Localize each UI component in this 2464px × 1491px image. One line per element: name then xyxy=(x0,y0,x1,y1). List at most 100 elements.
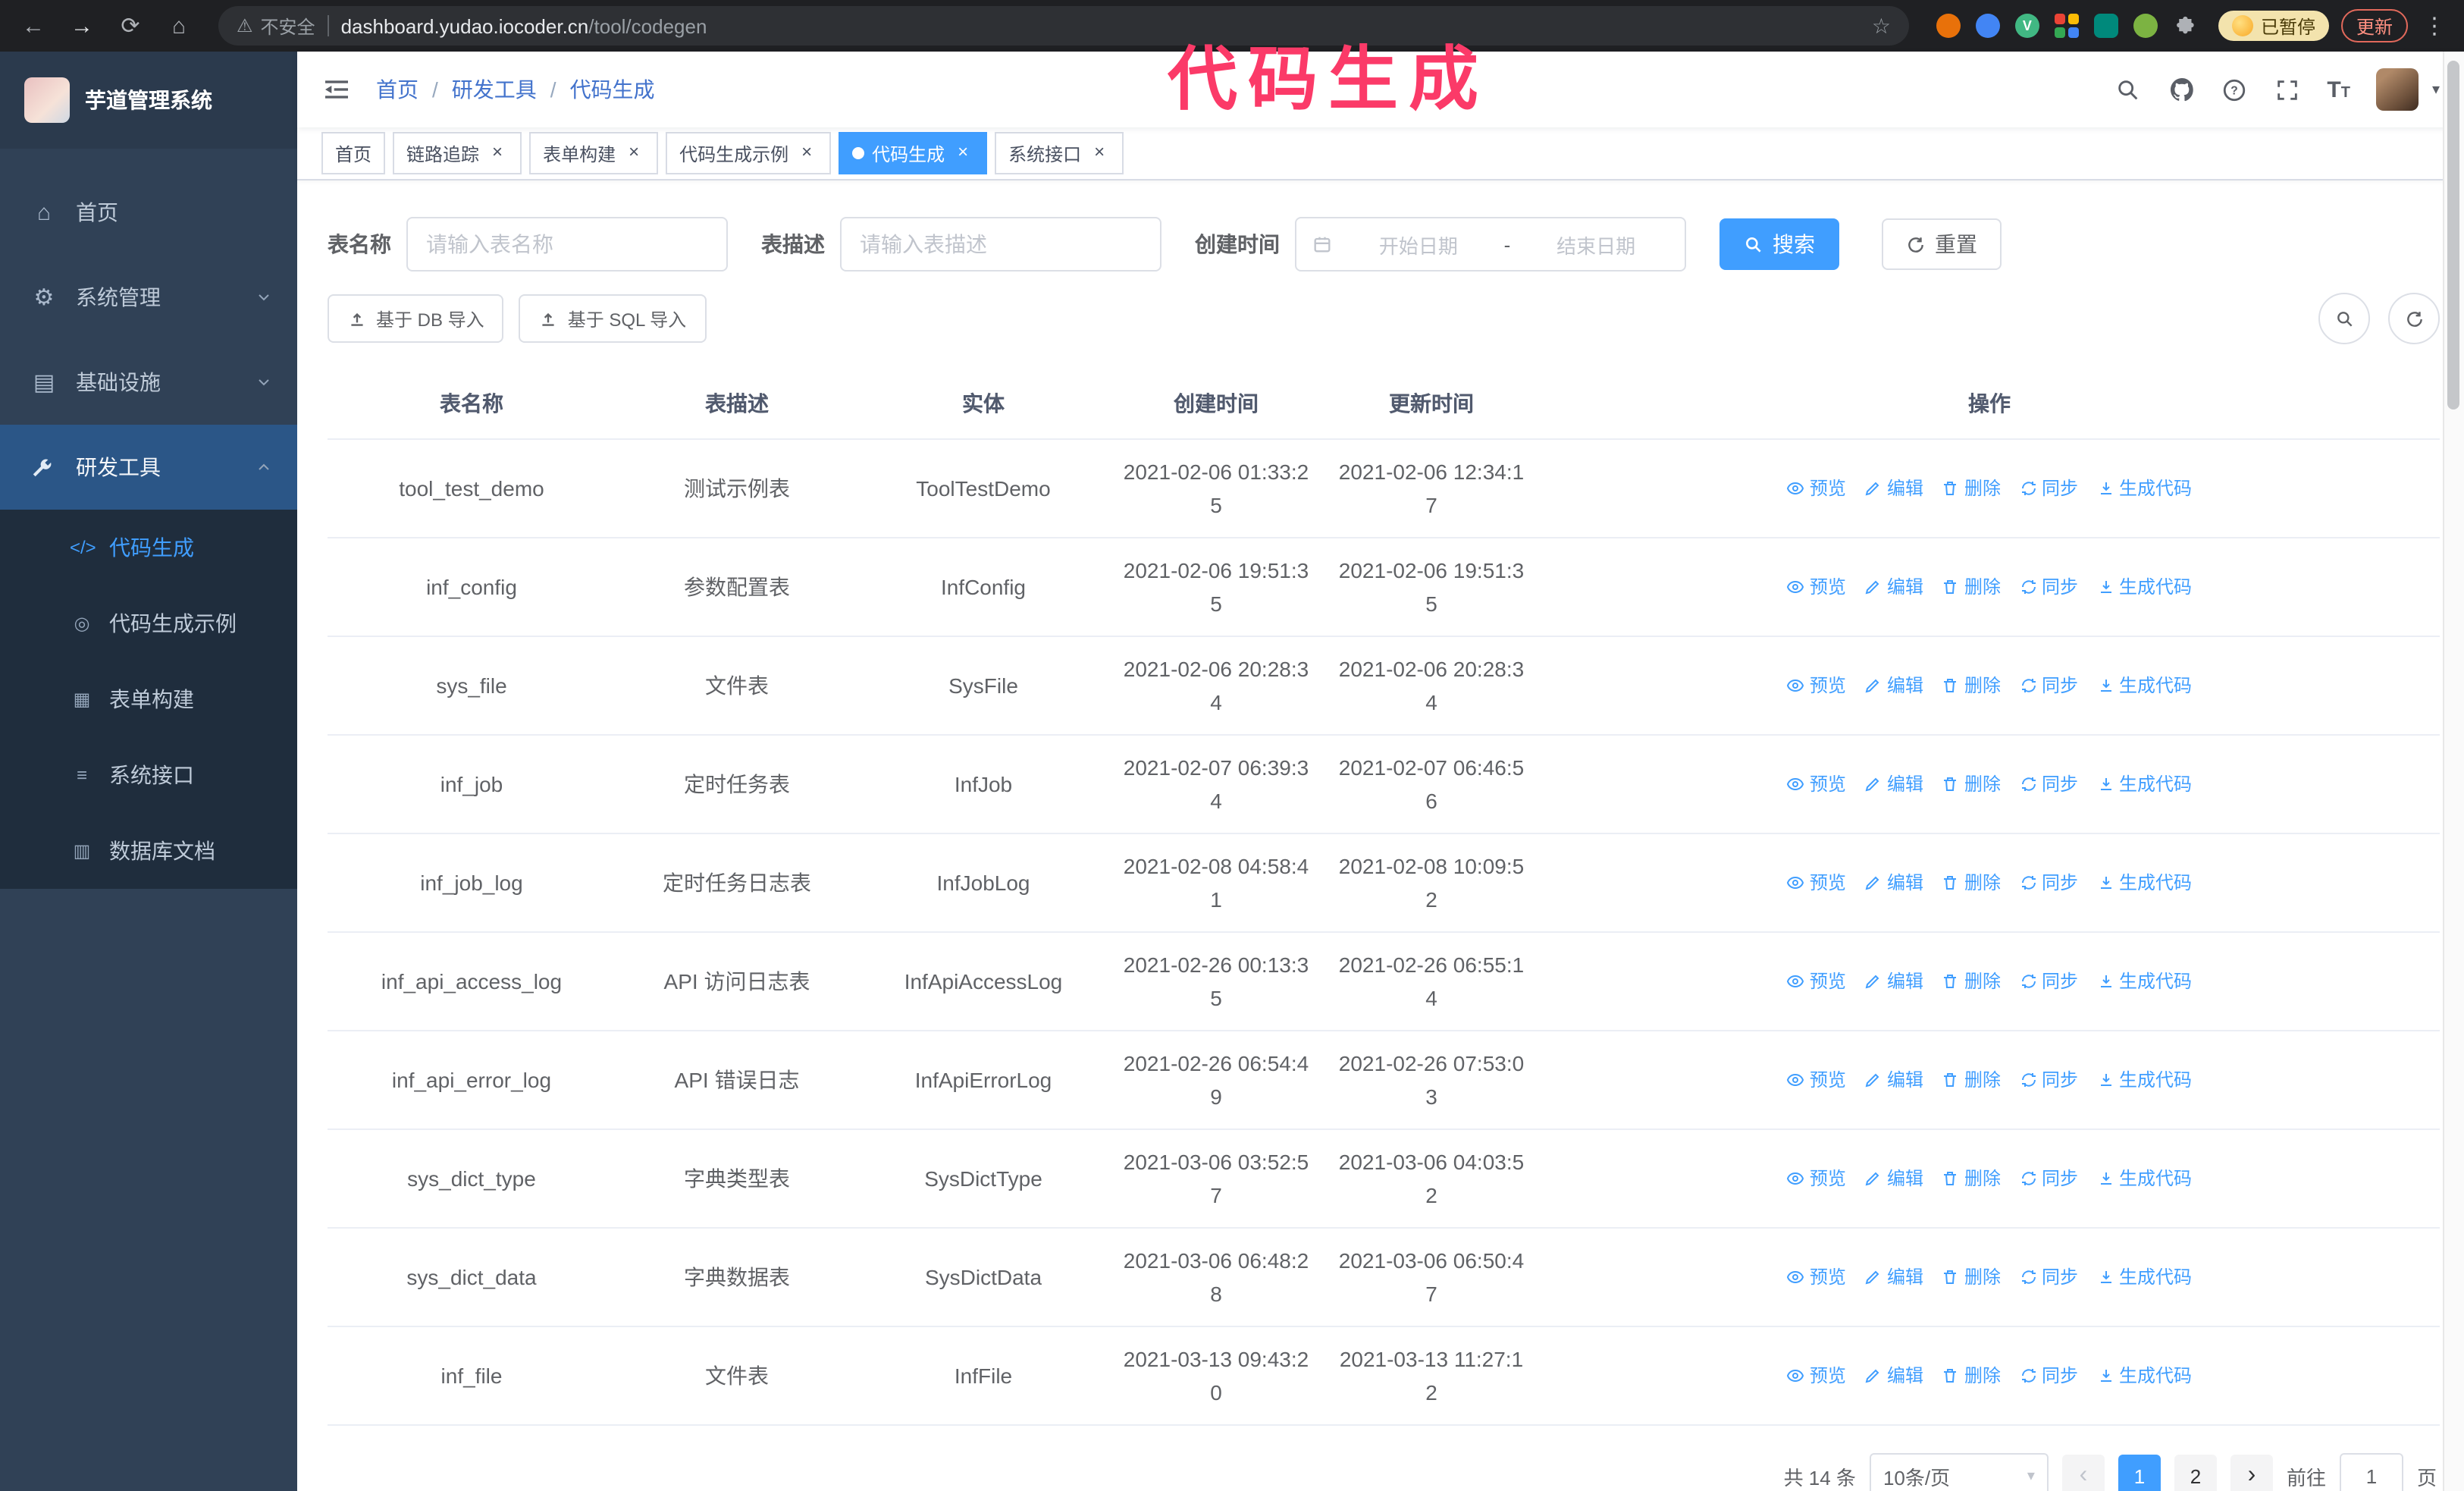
extension-icon-grid[interactable] xyxy=(2054,14,2079,38)
vue-devtools-icon[interactable]: V xyxy=(2014,14,2039,38)
preview-action[interactable]: 预览 xyxy=(1787,767,1846,801)
forward-icon[interactable]: → xyxy=(64,8,100,44)
app-logo[interactable]: 芋道管理系统 xyxy=(0,52,297,149)
import-sql-button[interactable]: 基于 SQL 导入 xyxy=(519,294,707,343)
delete-action[interactable]: 删除 xyxy=(1942,965,2001,998)
site-security-label[interactable]: ⚠ 不安全 xyxy=(237,13,315,39)
generate-code-action[interactable]: 生成代码 xyxy=(2096,472,2192,505)
page-button-1[interactable]: 1 xyxy=(2118,1455,2161,1491)
import-db-button[interactable]: 基于 DB 导入 xyxy=(328,294,504,343)
sidebar-item-home[interactable]: ⌂ 首页 xyxy=(0,170,297,255)
bookmark-star-icon[interactable]: ☆ xyxy=(1872,13,1891,39)
extension-icon-teal[interactable] xyxy=(2093,14,2118,38)
sidebar-item-codegen-example[interactable]: ◎ 代码生成示例 xyxy=(0,585,297,661)
github-icon[interactable] xyxy=(2168,76,2195,103)
generate-code-action[interactable]: 生成代码 xyxy=(2096,1359,2192,1392)
tab-form-builder[interactable]: 表单构建 × xyxy=(529,132,659,174)
generate-code-action[interactable]: 生成代码 xyxy=(2096,1063,2192,1097)
preview-action[interactable]: 预览 xyxy=(1787,570,1846,604)
extensions-puzzle-icon[interactable] xyxy=(2173,12,2200,39)
close-tab-icon[interactable]: × xyxy=(1089,142,1110,164)
delete-action[interactable]: 删除 xyxy=(1942,472,2001,505)
date-range-picker[interactable]: 开始日期 - 结束日期 xyxy=(1295,217,1686,272)
extension-icon-orange[interactable] xyxy=(1936,14,1961,38)
sidebar-item-devtools[interactable]: 研发工具 xyxy=(0,425,297,510)
extension-icon-green[interactable] xyxy=(2133,14,2158,38)
browser-menu-icon[interactable]: ⋮ xyxy=(2420,12,2449,39)
avatar-caret-icon[interactable]: ▾ xyxy=(2432,81,2440,98)
preview-action[interactable]: 预览 xyxy=(1787,866,1846,899)
scrollbar-thumb[interactable] xyxy=(2447,61,2459,410)
preview-action[interactable]: 预览 xyxy=(1787,1359,1846,1392)
reset-button[interactable]: 重置 xyxy=(1882,218,2002,270)
sync-action[interactable]: 同步 xyxy=(2019,1359,2078,1392)
delete-action[interactable]: 删除 xyxy=(1942,1162,2001,1195)
help-icon[interactable]: ? xyxy=(2221,76,2248,103)
close-tab-icon[interactable]: × xyxy=(623,142,644,164)
delete-action[interactable]: 删除 xyxy=(1942,669,2001,702)
table-name-input[interactable] xyxy=(406,217,728,272)
generate-code-action[interactable]: 生成代码 xyxy=(2096,965,2192,998)
delete-action[interactable]: 删除 xyxy=(1942,1359,2001,1392)
next-page-button[interactable]: › xyxy=(2230,1455,2273,1491)
generate-code-action[interactable]: 生成代码 xyxy=(2096,866,2192,899)
refresh-table-button[interactable] xyxy=(2388,293,2440,344)
preview-action[interactable]: 预览 xyxy=(1787,472,1846,505)
delete-action[interactable]: 删除 xyxy=(1942,866,2001,899)
extension-icon-blue[interactable] xyxy=(1975,14,2000,38)
window-scrollbar[interactable] xyxy=(2443,52,2464,1491)
edit-action[interactable]: 编辑 xyxy=(1864,472,1923,505)
update-button[interactable]: 更新 xyxy=(2340,9,2408,42)
generate-code-action[interactable]: 生成代码 xyxy=(2096,1260,2192,1294)
user-avatar[interactable] xyxy=(2375,68,2419,111)
sidebar-item-system[interactable]: ⚙ 系统管理 xyxy=(0,255,297,340)
toggle-search-button[interactable] xyxy=(2318,293,2370,344)
address-bar[interactable]: ⚠ 不安全 dashboard.yudao.iocoder.cn/tool/co… xyxy=(218,6,1909,46)
generate-code-action[interactable]: 生成代码 xyxy=(2096,1162,2192,1195)
edit-action[interactable]: 编辑 xyxy=(1864,669,1923,702)
sync-action[interactable]: 同步 xyxy=(2019,570,2078,604)
sidebar-item-db-doc[interactable]: ▥ 数据库文档 xyxy=(0,813,297,889)
breadcrumb-devtools[interactable]: 研发工具 xyxy=(452,74,537,105)
goto-page-input[interactable] xyxy=(2339,1453,2403,1491)
edit-action[interactable]: 编辑 xyxy=(1864,866,1923,899)
sidebar-item-form-builder[interactable]: ▦ 表单构建 xyxy=(0,661,297,737)
edit-action[interactable]: 编辑 xyxy=(1864,965,1923,998)
sync-action[interactable]: 同步 xyxy=(2019,472,2078,505)
edit-action[interactable]: 编辑 xyxy=(1864,1359,1923,1392)
close-tab-icon[interactable]: × xyxy=(796,142,817,164)
tab-codegen[interactable]: 代码生成 × xyxy=(839,132,988,174)
edit-action[interactable]: 编辑 xyxy=(1864,1162,1923,1195)
sync-action[interactable]: 同步 xyxy=(2019,1063,2078,1097)
sync-action[interactable]: 同步 xyxy=(2019,866,2078,899)
edit-action[interactable]: 编辑 xyxy=(1864,1260,1923,1294)
edit-action[interactable]: 编辑 xyxy=(1864,767,1923,801)
edit-action[interactable]: 编辑 xyxy=(1864,570,1923,604)
preview-action[interactable]: 预览 xyxy=(1787,965,1846,998)
search-button[interactable]: 搜索 xyxy=(1719,218,1839,270)
breadcrumb-codegen[interactable]: 代码生成 xyxy=(570,74,655,105)
back-icon[interactable]: ← xyxy=(15,8,52,44)
page-size-select[interactable]: 10条/页 ▾ xyxy=(1869,1453,2049,1491)
delete-action[interactable]: 删除 xyxy=(1942,570,2001,604)
edit-action[interactable]: 编辑 xyxy=(1864,1063,1923,1097)
tab-system-api[interactable]: 系统接口 × xyxy=(995,132,1124,174)
sidebar-item-system-api[interactable]: ≡ 系统接口 xyxy=(0,737,297,813)
sync-action[interactable]: 同步 xyxy=(2019,1162,2078,1195)
home-icon[interactable]: ⌂ xyxy=(161,8,197,44)
sidebar-fold-icon[interactable] xyxy=(321,74,352,105)
delete-action[interactable]: 删除 xyxy=(1942,1260,2001,1294)
delete-action[interactable]: 删除 xyxy=(1942,1063,2001,1097)
tab-codegen-example[interactable]: 代码生成示例 × xyxy=(666,132,832,174)
sidebar-item-infra[interactable]: ▤ 基础设施 xyxy=(0,340,297,425)
reload-icon[interactable]: ⟳ xyxy=(112,8,149,44)
sync-action[interactable]: 同步 xyxy=(2019,767,2078,801)
table-desc-input[interactable] xyxy=(840,217,1161,272)
font-size-icon[interactable]: TT xyxy=(2327,78,2350,101)
tab-home[interactable]: 首页 xyxy=(321,132,386,174)
preview-action[interactable]: 预览 xyxy=(1787,669,1846,702)
sync-action[interactable]: 同步 xyxy=(2019,965,2078,998)
page-button-2[interactable]: 2 xyxy=(2174,1455,2217,1491)
breadcrumb-home[interactable]: 首页 xyxy=(376,74,419,105)
sync-action[interactable]: 同步 xyxy=(2019,1260,2078,1294)
